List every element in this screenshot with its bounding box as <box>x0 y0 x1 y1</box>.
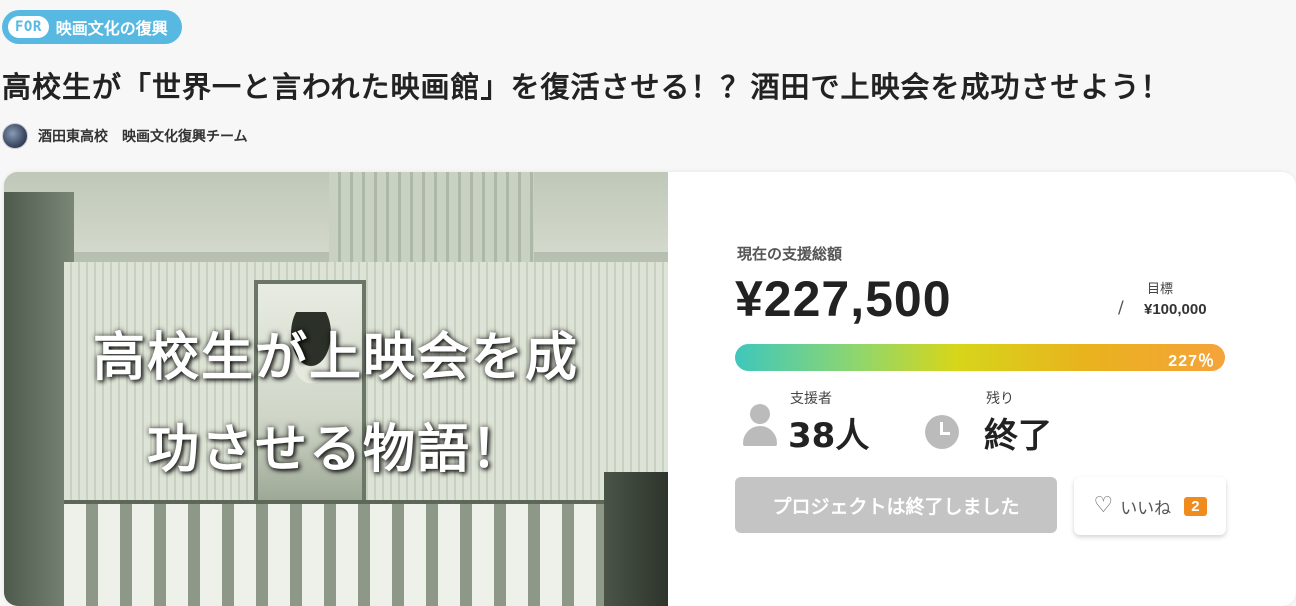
project-ended-button[interactable]: プロジェクトは終了しました <box>735 477 1057 533</box>
raised-label: 現在の支援総額 <box>737 245 843 263</box>
person-icon-body <box>743 426 777 446</box>
like-label: いいね <box>1120 498 1172 519</box>
progress-fill <box>735 344 1225 371</box>
like-button[interactable]: ♡ いいね 2 <box>1074 477 1226 535</box>
owner-name: 酒田東高校 映画文化復興チーム <box>38 129 248 145</box>
category-label: 映画文化の復興 <box>55 19 168 38</box>
goal-separator: / <box>1118 298 1124 318</box>
person-icon <box>743 404 777 446</box>
project-card: 高校生が上映会を成 功させる物語！ 現在の支援総額 ¥227,500 / 目標 … <box>4 172 1296 606</box>
raised-amount: ¥227,500 <box>735 271 952 327</box>
hero-overlay-line-2: 功させる物語！ <box>146 419 525 480</box>
funding-stats: 現在の支援総額 ¥227,500 / 目標 ¥100,000 227％ 支援者 … <box>668 172 1296 606</box>
supporters-count: 38人 <box>788 416 870 456</box>
hero-overlay-line-1: 高校生が上映会を成 <box>92 327 579 388</box>
supporters-label: 支援者 <box>790 391 832 407</box>
hero-overlay-text: 高校生が上映会を成 功させる物語！ <box>4 312 668 496</box>
goal-amount: ¥100,000 <box>1144 301 1207 318</box>
like-count-badge: 2 <box>1184 496 1207 516</box>
category-tag[interactable]: FOR 映画文化の復興 <box>2 10 182 44</box>
hero-awning <box>64 500 668 606</box>
remaining-value: 終了 <box>984 416 1052 456</box>
clock-icon <box>925 415 959 449</box>
progress-bar: 227％ <box>735 344 1225 371</box>
for-badge: FOR <box>8 16 49 38</box>
project-page: FOR 映画文化の復興 高校生が「世界一と言われた映画館」を復活させる！？酒田で… <box>0 0 1296 606</box>
project-title: 高校生が「世界一と言われた映画館」を復活させる！？酒田で上映会を成功させよう！ <box>2 70 1171 104</box>
remaining-label: 残り <box>986 391 1014 407</box>
person-icon-head <box>750 404 770 424</box>
goal-label: 目標 <box>1147 282 1174 297</box>
heart-icon: ♡ <box>1093 493 1114 518</box>
avatar <box>2 123 28 149</box>
project-owner[interactable]: 酒田東高校 映画文化復興チーム <box>2 123 248 149</box>
hero-image: 高校生が上映会を成 功させる物語！ <box>4 172 668 606</box>
progress-percent: 227％ <box>1168 353 1215 370</box>
